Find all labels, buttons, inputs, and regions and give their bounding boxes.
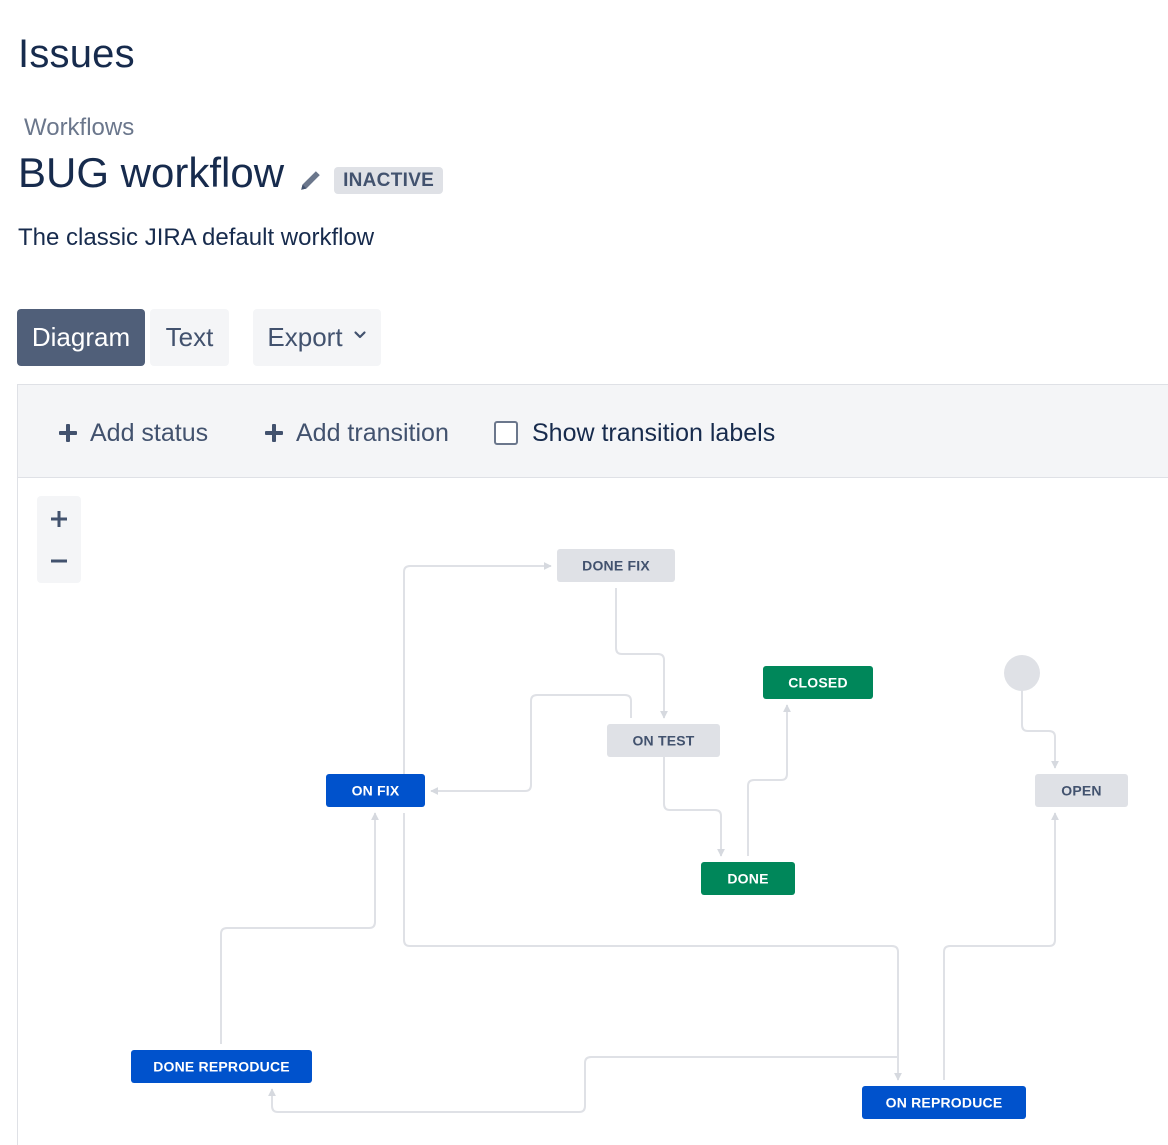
status-node-label: ON FIX [352,783,400,799]
status-node-done[interactable]: DONE [701,862,795,895]
tab-diagram-label: Diagram [31,322,131,352]
plus-icon [51,511,67,527]
tab-text[interactable]: Text [150,309,229,366]
export-label: Export [267,322,343,352]
status-node-label: DONE [727,871,768,887]
status-node-label: OPEN [1061,783,1101,799]
status-node-label: DONE REPRODUCE [153,1059,290,1075]
workflow-designer: Add status Add transition Show transitio… [17,384,1168,1145]
plus-icon [59,424,77,442]
status-node-on-test[interactable]: ON TEST [607,724,720,757]
workflow-page: Issues Workflows BUG workflow INACTIVE T… [0,0,1168,1145]
edit-workflow-button[interactable] [296,165,326,195]
minus-icon [51,559,67,563]
status-node-on-fix[interactable]: ON FIX [326,774,425,807]
status-node-on-reproduce[interactable]: ON REPRODUCE [862,1086,1026,1119]
section-title: Issues [18,32,135,76]
add-transition-label: Add transition [296,418,449,447]
status-node-label: DONE FIX [582,558,650,574]
show-labels-label: Show transition labels [532,418,776,447]
initial-node[interactable] [1004,655,1040,691]
show-labels-checkbox[interactable] [494,421,518,445]
export-dropdown-button[interactable]: Export [253,309,381,366]
status-node-done-fix[interactable]: DONE FIX [557,549,675,582]
show-transition-labels-toggle[interactable]: Show transition labels [494,413,775,453]
add-status-label: Add status [90,418,209,447]
add-status-button[interactable]: Add status [58,413,208,453]
status-badge: INACTIVE [334,166,444,194]
workflow-description: The classic JIRA default workflow [18,224,375,251]
status-node-done-reproduce[interactable]: DONE REPRODUCE [131,1050,312,1083]
zoom-out-button[interactable] [37,540,81,582]
zoom-controls [37,496,81,583]
status-node-open[interactable]: OPEN [1035,774,1128,807]
tab-diagram[interactable]: Diagram [17,309,145,366]
add-transition-button[interactable]: Add transition [264,413,449,453]
status-node-label: ON TEST [632,733,694,749]
status-node-closed[interactable]: CLOSED [763,666,873,699]
designer-toolbar: Add status Add transition Show transitio… [18,385,1168,478]
zoom-in-button[interactable] [37,498,81,540]
tab-text-label: Text [165,322,214,352]
workflow-title-row: BUG workflow INACTIVE [18,146,444,200]
pencil-icon [301,171,320,190]
status-node-label: ON REPRODUCE [886,1095,1003,1111]
breadcrumb-workflows[interactable]: Workflows [24,114,134,142]
page-title: BUG workflow [18,149,285,196]
chevron-down-icon [353,330,366,338]
status-node-label: CLOSED [788,675,848,691]
plus-icon [265,424,283,442]
